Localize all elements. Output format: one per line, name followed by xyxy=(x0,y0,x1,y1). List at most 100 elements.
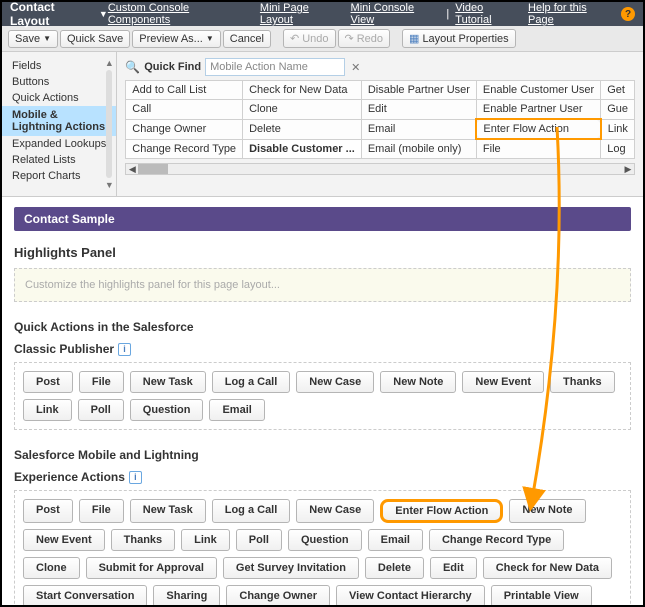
sidebar-scrollbar[interactable]: ▲ ▼ xyxy=(104,58,114,190)
action-button[interactable]: Get Survey Invitation xyxy=(223,557,359,579)
action-button[interactable]: Link xyxy=(23,399,72,421)
palette-item[interactable]: Enable Partner User xyxy=(476,100,600,120)
action-button[interactable]: New Task xyxy=(130,499,206,523)
action-button[interactable]: Edit xyxy=(430,557,477,579)
category-sidebar: FieldsButtonsQuick ActionsMobile & Light… xyxy=(2,52,117,196)
palette-item[interactable]: Edit xyxy=(361,100,476,120)
scroll-up-icon: ▲ xyxy=(105,58,114,68)
preview-as-button[interactable]: Preview As...▼ xyxy=(132,30,221,48)
palette-item[interactable]: Change Owner xyxy=(126,119,243,139)
search-icon: 🔍 xyxy=(125,60,140,74)
undo-button[interactable]: ↶Undo xyxy=(283,29,336,48)
link-mini-console-view[interactable]: Mini Console View xyxy=(351,2,441,26)
action-button[interactable]: Printable View xyxy=(491,585,592,605)
palette-item[interactable]: Check for New Data xyxy=(243,81,362,100)
palette-hscroll[interactable]: ◀ ▶ xyxy=(125,163,635,175)
palette-item[interactable]: Disable Partner User xyxy=(361,81,476,100)
action-button[interactable]: Thanks xyxy=(111,529,176,551)
palette: 🔍 Quick Find ✕ Add to Call ListCheck for… xyxy=(117,52,643,196)
save-button[interactable]: Save▼ xyxy=(8,30,58,48)
action-button[interactable]: Post xyxy=(23,499,73,523)
mobile-actions-area[interactable]: PostFileNew TaskLog a CallNew CaseEnter … xyxy=(14,490,631,605)
page-title[interactable]: Contact Layout ▼ xyxy=(10,0,108,28)
action-button[interactable]: New Note xyxy=(509,499,585,523)
info-icon[interactable]: i xyxy=(118,343,131,356)
palette-item[interactable]: Log xyxy=(601,139,635,159)
sidebar-item[interactable]: Buttons xyxy=(2,74,116,90)
palette-item[interactable]: Call xyxy=(126,100,243,120)
quickfind-clear-icon[interactable]: ✕ xyxy=(351,61,360,74)
action-button[interactable]: Email xyxy=(368,529,423,551)
help-icon[interactable]: ? xyxy=(621,7,635,21)
action-button[interactable]: Question xyxy=(130,399,204,421)
enter-flow-action-button[interactable]: Enter Flow Action xyxy=(380,499,503,523)
link-video-tutorial[interactable]: Video Tutorial xyxy=(455,2,522,26)
action-button[interactable]: Log a Call xyxy=(212,371,291,393)
sample-header: Contact Sample xyxy=(14,207,631,231)
scroll-down-icon: ▼ xyxy=(105,180,114,190)
action-button[interactable]: New Case xyxy=(296,499,374,523)
action-button[interactable]: Start Conversation xyxy=(23,585,147,605)
action-button[interactable]: Thanks xyxy=(550,371,615,393)
sidebar-item[interactable]: Fields xyxy=(2,58,116,74)
scroll-left-icon: ◀ xyxy=(126,164,138,174)
palette-item[interactable]: File xyxy=(476,139,600,159)
palette-item[interactable]: Disable Customer ... xyxy=(243,139,362,159)
palette-item[interactable]: Clone xyxy=(243,100,362,120)
action-button[interactable]: Sharing xyxy=(153,585,220,605)
action-button[interactable]: Email xyxy=(209,399,264,421)
palette-item[interactable]: Email xyxy=(361,119,476,139)
sidebar-item[interactable]: Mobile & Lightning Actions xyxy=(2,106,116,136)
palette-item[interactable]: Add to Call List xyxy=(126,81,243,100)
info-icon[interactable]: i xyxy=(129,471,142,484)
sidebar-item[interactable]: Expanded Lookups xyxy=(2,136,116,152)
action-button[interactable]: Delete xyxy=(365,557,424,579)
link-custom-console[interactable]: Custom Console Components xyxy=(108,2,254,26)
sidebar-item[interactable]: Report Charts xyxy=(2,168,116,184)
action-button[interactable]: Post xyxy=(23,371,73,393)
highlights-panel-placeholder[interactable]: Customize the highlights panel for this … xyxy=(14,268,631,302)
palette-item[interactable]: Enable Customer User xyxy=(476,81,600,100)
action-button[interactable]: Change Owner xyxy=(226,585,330,605)
action-button[interactable]: File xyxy=(79,499,124,523)
action-button[interactable]: Submit for Approval xyxy=(86,557,217,579)
action-button[interactable]: Log a Call xyxy=(212,499,291,523)
action-button[interactable]: New Note xyxy=(380,371,456,393)
action-button[interactable]: New Event xyxy=(23,529,105,551)
action-button[interactable]: Poll xyxy=(78,399,124,421)
palette-item[interactable]: Enter Flow Action xyxy=(476,119,600,139)
highlights-panel-title: Highlights Panel xyxy=(14,245,631,260)
palette-item[interactable]: Change Record Type xyxy=(126,139,243,159)
redo-button[interactable]: ↷Redo xyxy=(338,29,391,48)
undo-icon: ↶ xyxy=(290,32,299,45)
classic-actions-area[interactable]: Post File New Task Log a CallNew Case New No… xyxy=(14,362,631,430)
action-button[interactable]: Check for New Data xyxy=(483,557,612,579)
palette-item[interactable]: Link xyxy=(601,119,635,139)
scroll-right-icon: ▶ xyxy=(622,164,634,174)
quick-save-button[interactable]: Quick Save xyxy=(60,30,130,48)
layout-properties-button[interactable]: ▦Layout Properties xyxy=(402,29,516,48)
action-button[interactable]: New Event xyxy=(462,371,544,393)
palette-item[interactable]: Gue xyxy=(601,100,635,120)
link-help[interactable]: Help for this Page xyxy=(528,2,615,26)
palette-item[interactable]: Get xyxy=(601,81,635,100)
action-button[interactable]: New Case xyxy=(296,371,374,393)
sidebar-item[interactable]: Quick Actions xyxy=(2,90,116,106)
quick-actions-title-1: Quick Actions in the Salesforce xyxy=(14,320,631,334)
action-button[interactable]: File xyxy=(79,371,124,393)
quickfind-input[interactable] xyxy=(205,58,345,76)
sidebar-item[interactable]: Related Lists xyxy=(2,152,116,168)
link-mini-page-layout[interactable]: Mini Page Layout xyxy=(260,2,345,26)
action-button[interactable]: New Task xyxy=(130,371,206,393)
action-button[interactable]: Poll xyxy=(236,529,282,551)
mobile-actions-title-1: Salesforce Mobile and Lightning xyxy=(14,448,631,462)
action-button[interactable]: Change Record Type xyxy=(429,529,564,551)
header-links: Custom Console Components Mini Page Layo… xyxy=(108,2,635,26)
palette-item[interactable]: Delete xyxy=(243,119,362,139)
action-button[interactable]: Link xyxy=(181,529,230,551)
action-button[interactable]: View Contact Hierarchy xyxy=(336,585,485,605)
action-button[interactable]: Question xyxy=(288,529,362,551)
action-button[interactable]: Clone xyxy=(23,557,80,579)
cancel-button[interactable]: Cancel xyxy=(223,30,271,48)
palette-item[interactable]: Email (mobile only) xyxy=(361,139,476,159)
